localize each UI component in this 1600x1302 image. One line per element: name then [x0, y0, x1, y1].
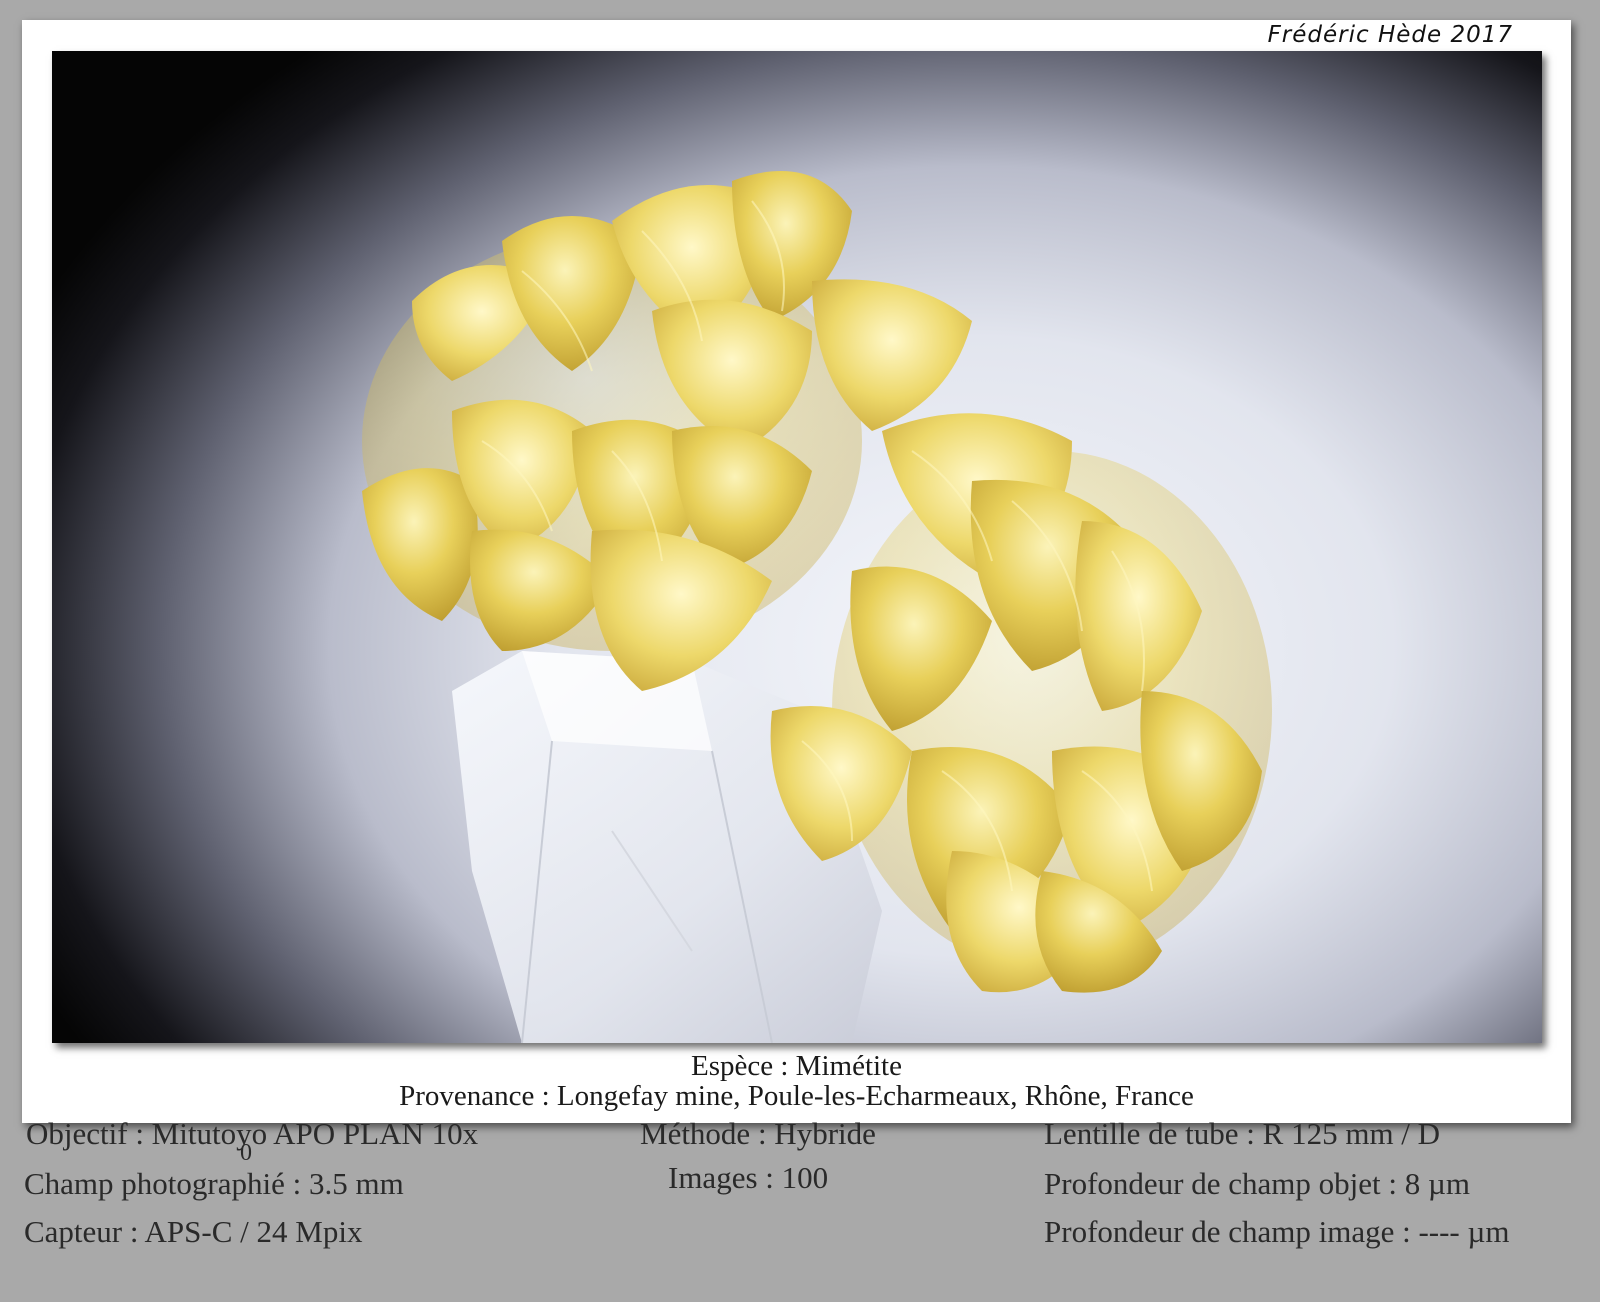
- photographer-signature: Frédéric Hède 2017: [1267, 22, 1513, 48]
- dof-object-info: Profondeur de champ objet : 8 µm: [1044, 1166, 1470, 1201]
- photo-card: Frédéric Hède 2017 Espèce: Mimétite Pro…: [22, 20, 1571, 1123]
- objective-subscript: 0: [240, 1140, 252, 1166]
- origin-caption: Provenance : Longefay mine, Poule-les-Ec…: [399, 1080, 1194, 1112]
- images-info: Images : 100: [668, 1160, 829, 1195]
- sensor-info: Capteur : APS-C / 24 Mpix: [24, 1214, 363, 1249]
- species-caption: Espèce : Mimétite: [691, 1050, 902, 1082]
- field-info: Champ photographié : 3.5 mm: [24, 1166, 404, 1201]
- objective-info: Objectif : Mitutoyo APO PLAN 10x: [26, 1116, 479, 1151]
- tube-lens-info: Lentille de tube : R 125 mm / D: [1044, 1116, 1441, 1151]
- mineral-illustration: [362, 171, 1272, 1043]
- dof-image-info: Profondeur de champ image : ---- µm: [1044, 1214, 1510, 1249]
- method-info: Méthode : Hybride: [640, 1116, 876, 1151]
- mineral-photo: [52, 51, 1542, 1043]
